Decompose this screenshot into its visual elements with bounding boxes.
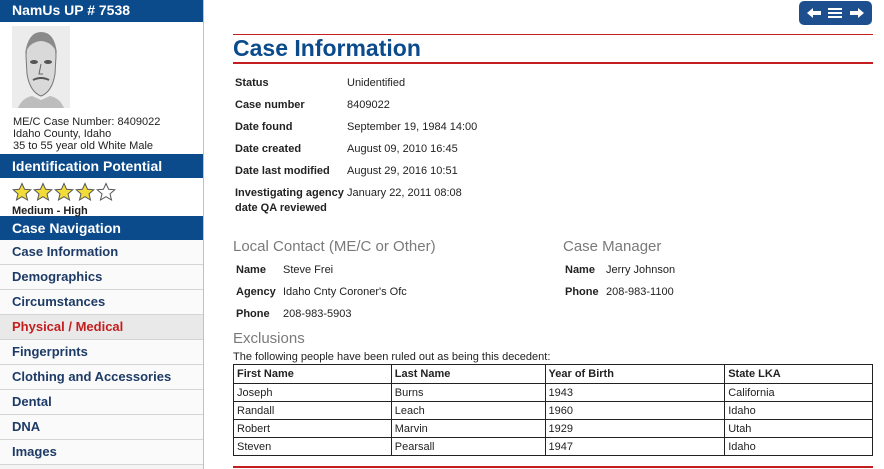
info-label: Date last modified: [235, 165, 330, 177]
case-info-list: Status Unidentified Case number 8409022 Da…: [235, 72, 477, 204]
nav-clothing-accessories[interactable]: Clothing and Accessories: [0, 365, 203, 390]
id-potential-panel: Medium - High: [0, 178, 203, 217]
arrow-right-icon[interactable]: [849, 6, 865, 20]
case-navigation-list: Case Information Demographics Circumstan…: [0, 240, 203, 465]
case-summary: ME/C Case Number: 8409022 Idaho County, …: [0, 22, 203, 154]
id-potential-heading: Identification Potential: [0, 154, 203, 178]
table-row: Robert Marvin 1929 Utah: [233, 419, 873, 438]
case-id-header: NamUs UP # 7538: [0, 0, 203, 22]
info-label: Date created: [235, 143, 302, 155]
table-cell: Randall: [233, 401, 392, 420]
table-cell: Marvin: [390, 419, 546, 438]
column-header: State LKA: [724, 364, 873, 384]
info-value: January 22, 2011 08:08: [347, 187, 462, 199]
qa-reviewed-label: date QA reviewed: [235, 202, 327, 214]
column-header: Last Name: [390, 364, 546, 384]
contact-name-label: Name: [236, 264, 266, 276]
info-value: September 19, 1984 14:00: [347, 121, 478, 133]
case-location: Idaho County, Idaho: [13, 128, 112, 140]
case-navigation-heading: Case Navigation: [0, 216, 203, 240]
local-contact-details: Name Steve Frei Agency Idaho Cnty Coroner'…: [236, 259, 407, 325]
info-label: Status: [235, 77, 269, 89]
contact-phone: 208-983-5903: [283, 308, 352, 320]
info-value: August 09, 2010 16:45: [347, 143, 458, 155]
nav-case-information[interactable]: Case Information: [0, 240, 203, 265]
bottom-divider: [233, 466, 873, 468]
case-manager-details: Name Jerry Johnson Phone 208-983-1100: [565, 259, 675, 303]
manager-phone-label: Phone: [565, 286, 599, 298]
manager-phone: 208-983-1100: [606, 286, 674, 298]
page-title: Case Information: [233, 35, 421, 61]
info-row-date-modified: Date last modified August 29, 2016 10:51: [235, 160, 477, 182]
column-header: Year of Birth: [544, 364, 726, 384]
table-cell: California: [724, 383, 873, 402]
table-cell: 1960: [544, 401, 726, 420]
contact-name: Steve Frei: [283, 264, 334, 276]
case-manager-heading: Case Manager: [563, 238, 662, 255]
arrow-left-icon[interactable]: [806, 6, 822, 20]
nav-images[interactable]: Images: [0, 440, 203, 465]
nav-dental[interactable]: Dental: [0, 390, 203, 415]
manager-name: Jerry Johnson: [606, 264, 676, 276]
info-value: August 29, 2016 10:51: [347, 165, 458, 177]
table-cell: Burns: [390, 383, 546, 402]
table-row: Joseph Burns 1943 California: [233, 383, 873, 402]
info-value: Unidentified: [347, 77, 406, 89]
star-filled-icon: [33, 182, 53, 202]
composite-sketch-image: [12, 26, 70, 108]
nav-circumstances[interactable]: Circumstances: [0, 290, 203, 315]
nav-demographics[interactable]: Demographics: [0, 265, 203, 290]
info-label: Case number: [235, 99, 305, 111]
case-details: ME/C Case Number: 8409022 Idaho County, …: [13, 116, 160, 152]
record-nav-buttons: [799, 1, 872, 25]
nav-physical-medical[interactable]: Physical / Medical: [0, 315, 203, 340]
info-row-date-found: Date found September 19, 1984 14:00: [235, 116, 477, 138]
contact-agency: Idaho Cnty Coroner's Ofc: [283, 286, 407, 298]
table-cell: 1947: [544, 437, 726, 456]
table-cell: Utah: [724, 419, 873, 438]
contact-phone-label: Phone: [236, 308, 270, 320]
info-label: Date found: [235, 121, 293, 133]
table-cell: Joseph: [233, 383, 392, 402]
star-filled-icon: [12, 182, 32, 202]
exclusions-note: The following people have been ruled out…: [233, 351, 551, 363]
nav-fingerprints[interactable]: Fingerprints: [0, 340, 203, 365]
table-cell: Pearsall: [390, 437, 546, 456]
contact-agency-label: Agency: [236, 286, 276, 298]
info-row-status: Status Unidentified: [235, 72, 477, 94]
table-cell: 1943: [544, 383, 726, 402]
table-row: Randall Leach 1960 Idaho: [233, 401, 873, 420]
star-empty-icon: [96, 182, 116, 202]
table-cell: Idaho: [724, 437, 873, 456]
table-row: Steven Pearsall 1947 Idaho: [233, 437, 873, 456]
manager-name-label: Name: [565, 264, 595, 276]
mec-case-number: ME/C Case Number: 8409022: [13, 116, 161, 128]
sidebar: NamUs UP # 7538 ME/C Case Number: 840902…: [0, 0, 204, 469]
exclusions-table: First Name Last Name Year of Birth State…: [233, 364, 873, 456]
info-row-date-created: Date created August 09, 2010 16:45: [235, 138, 477, 160]
table-cell: Leach: [390, 401, 546, 420]
column-header: First Name: [233, 364, 392, 384]
case-description: 35 to 55 year old White Male: [13, 140, 154, 152]
title-divider: [233, 62, 873, 64]
id-potential-label: Medium - High: [12, 205, 88, 217]
info-value: 8409022: [347, 99, 390, 111]
table-cell: Idaho: [724, 401, 873, 420]
table-cell: Robert: [233, 419, 392, 438]
exclusions-heading: Exclusions: [233, 330, 305, 347]
star-filled-icon: [54, 182, 74, 202]
table-header-row: First Name Last Name Year of Birth State…: [233, 364, 873, 384]
menu-icon[interactable]: [827, 6, 843, 20]
table-cell: Steven: [233, 437, 392, 456]
star-rating: [12, 182, 116, 202]
star-filled-icon: [75, 182, 95, 202]
nav-dna[interactable]: DNA: [0, 415, 203, 440]
local-contact-heading: Local Contact (ME/C or Other): [233, 238, 436, 255]
info-row-case-number: Case number 8409022: [235, 94, 477, 116]
table-cell: 1929: [544, 419, 726, 438]
